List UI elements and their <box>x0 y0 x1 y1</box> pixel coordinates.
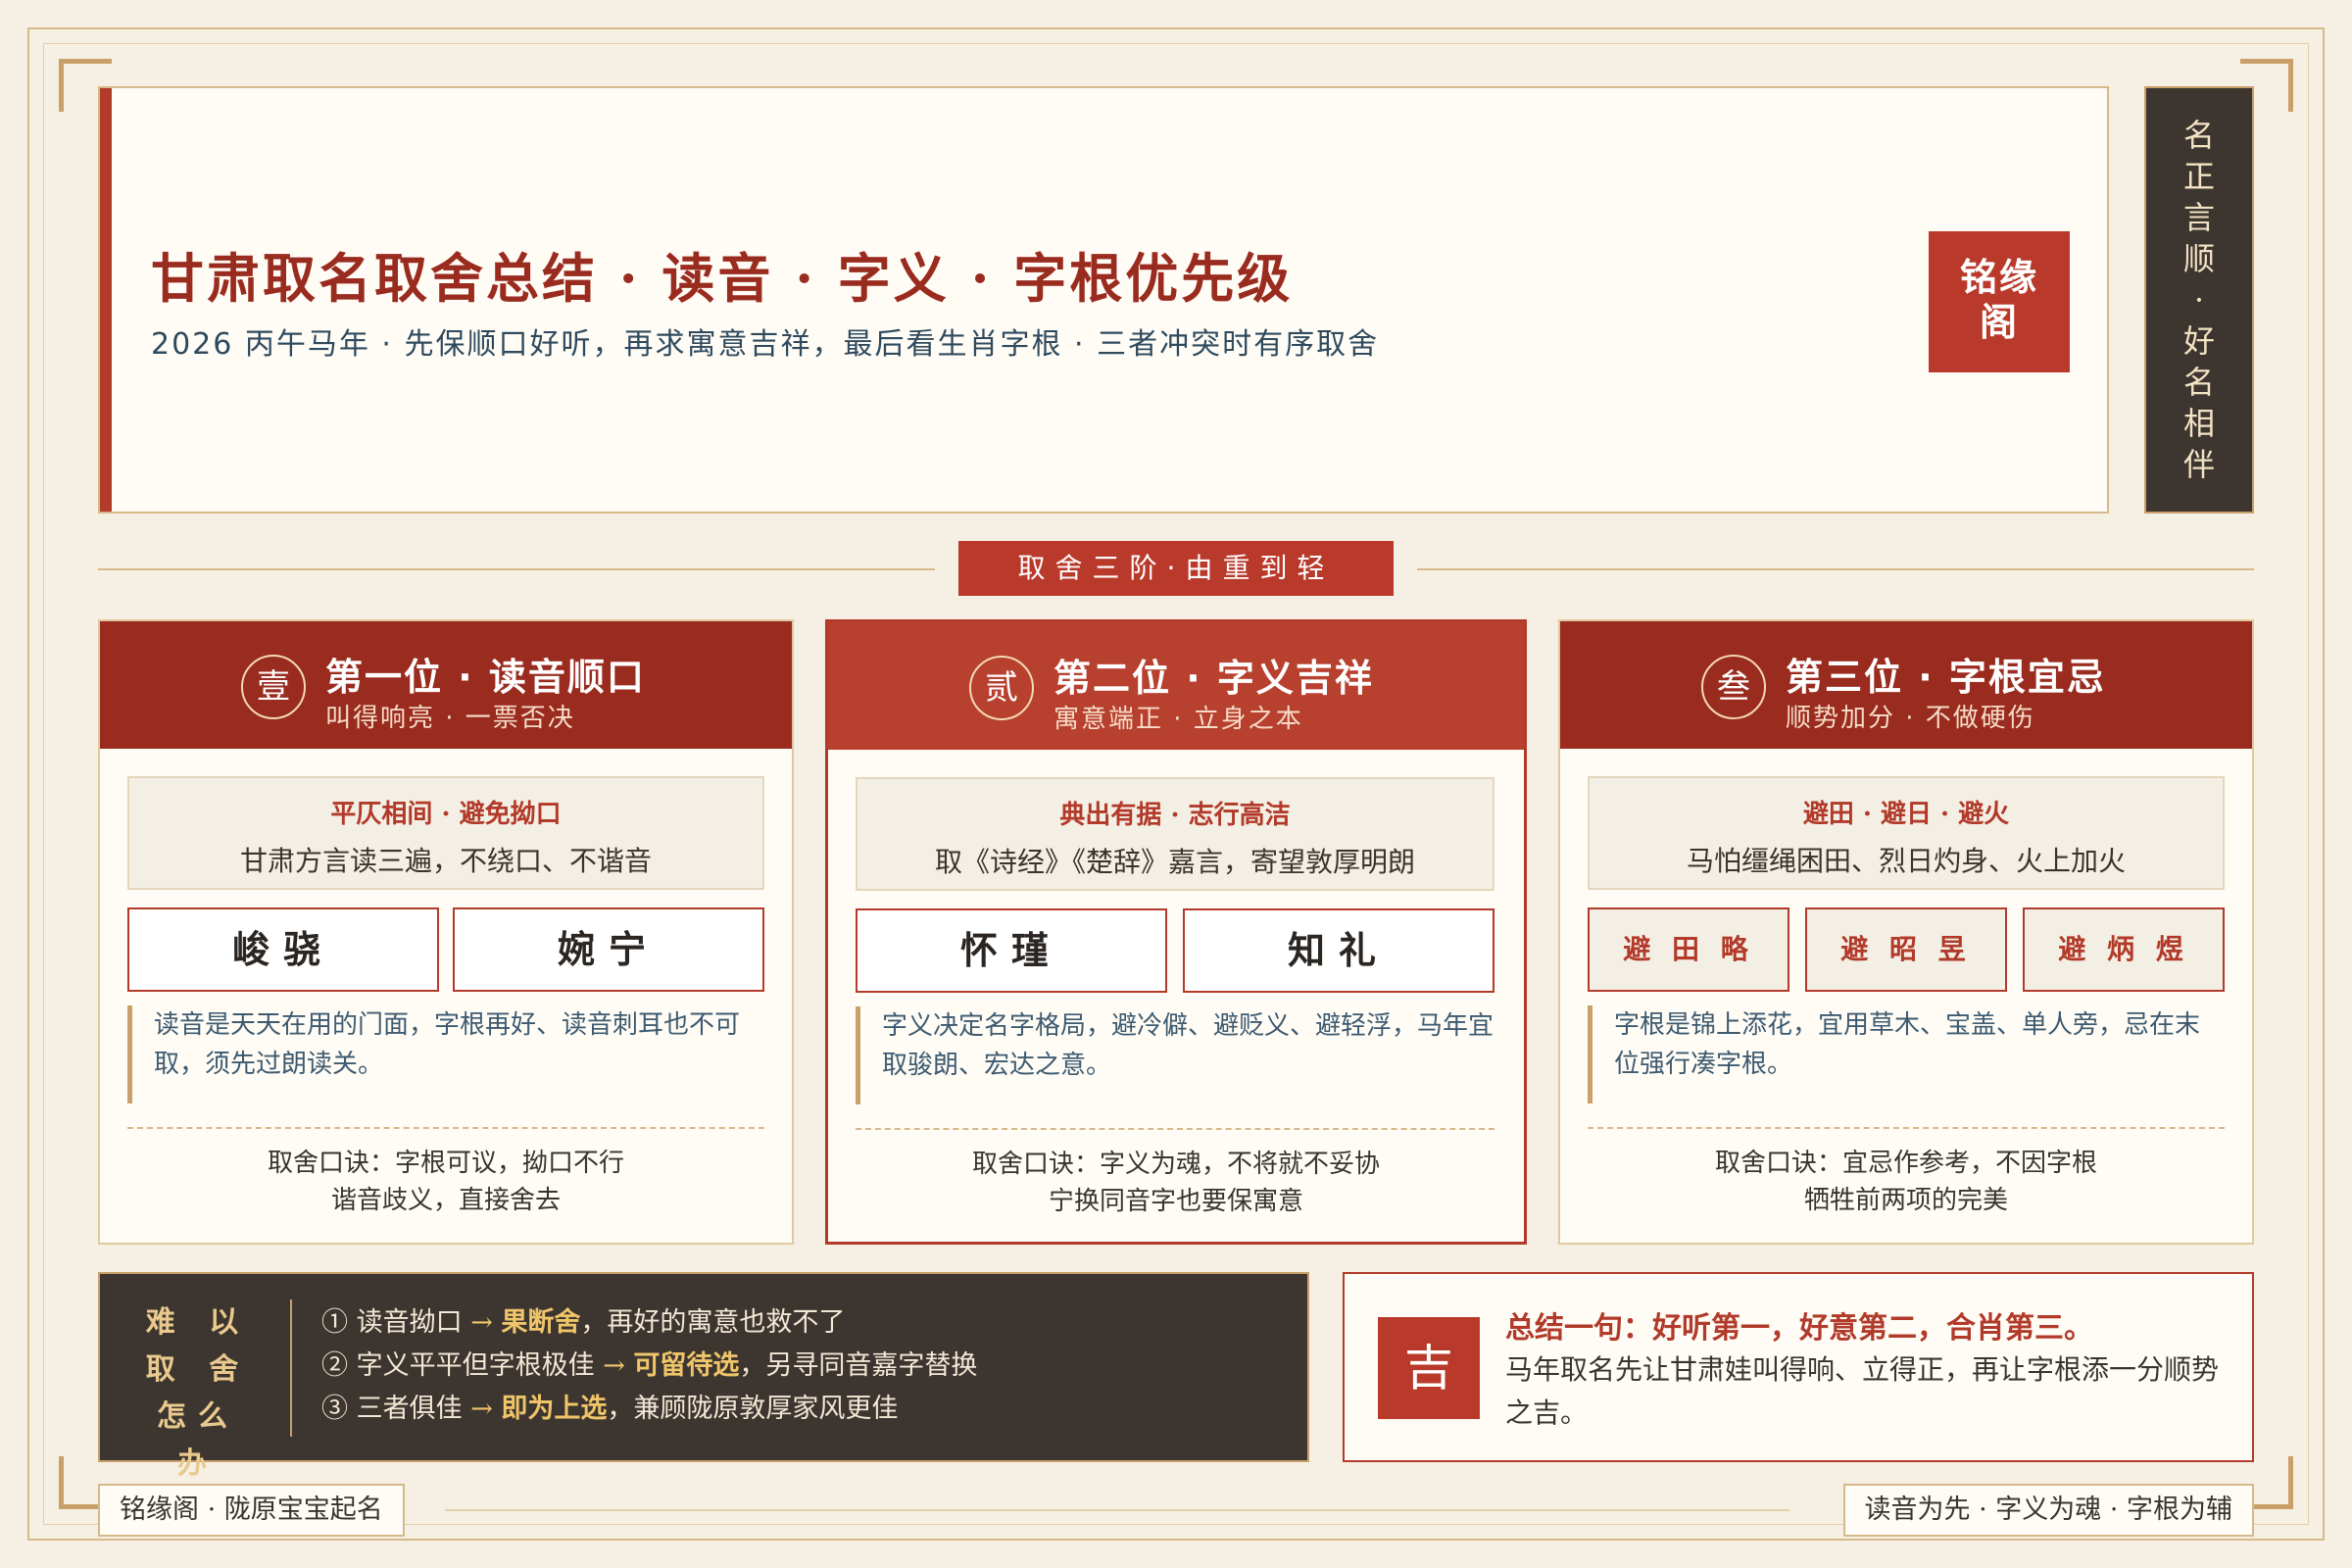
rank-badge: 壹 <box>241 655 306 719</box>
footer-line <box>445 1509 1789 1511</box>
card-motto: 取舍口诀：字根可议，拗口不行 谐音歧义，直接舍去 <box>100 1145 792 1219</box>
dilemma-label: 难 以 取 舍 怎么办 <box>139 1299 257 1488</box>
brand-seal-text: 铭缘阁 <box>1959 256 2038 344</box>
tip-body: 取《诗经》《楚辞》嘉言，寄望敦厚明朗 <box>934 846 1415 878</box>
side-banner-char: 名 <box>2182 117 2215 154</box>
dilemma-rule: ② 字义平平但字根极佳 → 可留待选，另寻同音嘉字替换 <box>321 1345 977 1388</box>
tip-heading: 避田 · 避日 · 避火 <box>1802 800 2010 829</box>
card-title: 第一位 · 读音顺口 <box>325 656 646 699</box>
priority-card-2: 贰 第二位 · 字义吉祥 寓意端正 · 立身之本 典出有据 · 志行高洁 取《诗… <box>825 619 1527 1245</box>
avoid-name: 避 田 略 <box>1588 907 1789 992</box>
dilemma-panel: 难 以 取 舍 怎么办 ① 读音拗口 → 果断舍，再好的寓意也救不了 ② 字义平… <box>98 1272 1309 1481</box>
dashed-divider <box>1588 1127 2225 1129</box>
rank-badge: 贰 <box>969 656 1034 720</box>
avoid-name: 避 昭 昱 <box>1805 907 2007 992</box>
side-banner-char: 好 <box>2182 322 2215 360</box>
motto-line: 取舍口诀：字义为魂，不将就不妥协 <box>971 1150 1380 1179</box>
priority-card-3: 叁 第三位 · 字根宜忌 顺势加分 · 不做硬伤 避田 · 避日 · 避火 马怕… <box>1558 619 2254 1245</box>
card-note: 读音是天天在用的门面，字根再好、读音刺耳也不可取，须先过朗读关。 <box>127 1005 764 1103</box>
footer-brand-tag: 铭缘阁 · 陇原宝宝起名 <box>98 1484 405 1537</box>
dilemma-label-line: 怎么办 <box>157 1399 239 1481</box>
side-banner-char: 相 <box>2182 405 2215 442</box>
card-motto: 取舍口诀：宜忌作参考，不因字根 牺牲前两项的完美 <box>1560 1145 2252 1219</box>
divider-line-left <box>98 568 935 570</box>
rule-detail: ，再好的寓意也救不了 <box>580 1307 846 1338</box>
dilemma-rule: ③ 三者俱佳 → 即为上选，兼顾陇原敦厚家风更佳 <box>321 1388 977 1431</box>
side-banner-char: 名 <box>2182 364 2215 401</box>
card-note: 字义决定名字格局，避冷僻、避贬义、避轻浮，马年宜取骏朗、宏达之意。 <box>856 1006 1494 1104</box>
summary-body: 马年取名先让甘肃娃叫得响、立得正，再让字根添一分顺势之吉。 <box>1505 1353 2220 1429</box>
card-tip: 典出有据 · 志行高洁 取《诗经》《楚辞》嘉言，寄望敦厚明朗 <box>856 777 1494 891</box>
summary-panel: 吉 总结一句：好听第一，好意第二，合肖第三。 马年取名先让甘肃娃叫得响、立得正，… <box>1343 1272 2254 1462</box>
card-subtitle: 叫得响亮 · 一票否决 <box>325 704 575 733</box>
rule-detail: ，另寻同音嘉字替换 <box>739 1350 978 1381</box>
motto-line: 宁换同音字也要保寓意 <box>1048 1187 1303 1216</box>
card-title: 第三位 · 字根宜忌 <box>1786 656 2106 699</box>
motto-line: 取舍口诀：宜忌作参考，不因字根 <box>1714 1149 2097 1178</box>
side-banner-char: 言 <box>2182 199 2215 236</box>
side-banner: 名 正 言 顺 · 好 名 相 伴 <box>2144 86 2254 514</box>
dilemma-label-line: 难 以 <box>145 1305 251 1340</box>
example-name: 怀瑾 <box>856 908 1167 993</box>
dilemma-separator <box>290 1299 292 1437</box>
section-divider-label: 取舍三阶·由重到轻 <box>958 541 1394 596</box>
header-accent-bar <box>100 88 112 512</box>
footer-motto-tag: 读音为先 · 字义为魂 · 字根为辅 <box>1842 1484 2254 1537</box>
example-name: 峻骁 <box>127 907 439 992</box>
arrow-icon: → <box>603 1350 625 1381</box>
side-banner-char: 正 <box>2182 158 2215 195</box>
side-banner-char: · <box>2193 281 2205 318</box>
priority-card-1: 壹 第一位 · 读音顺口 叫得响亮 · 一票否决 平仄相间 · 避免拗口 甘肃方… <box>98 619 794 1245</box>
rule-condition: ③ 三者俱佳 <box>321 1394 463 1424</box>
motto-line: 牺牲前两项的完美 <box>1803 1186 2008 1215</box>
rule-condition: ② 字义平平但字根极佳 <box>321 1350 595 1381</box>
page-title: 甘肃取名取舍总结 · 读音 · 字义 · 字根优先级 <box>151 247 1294 310</box>
dilemma-rules: ① 读音拗口 → 果断舍，再好的寓意也救不了 ② 字义平平但字根极佳 → 可留待… <box>321 1301 977 1431</box>
card-tip: 避田 · 避日 · 避火 马怕缰绳困田、烈日灼身、火上加火 <box>1588 776 2225 890</box>
rank-badge: 叁 <box>1701 655 1766 719</box>
side-banner-char: 伴 <box>2182 446 2215 483</box>
card-motto: 取舍口诀：字义为魂，不将就不妥协 宁换同音字也要保寓意 <box>828 1146 1524 1220</box>
card-tip: 平仄相间 · 避免拗口 甘肃方言读三遍，不绕口、不谐音 <box>127 776 764 890</box>
tip-body: 甘肃方言读三遍，不绕口、不谐音 <box>239 845 652 877</box>
brand-seal: 铭缘阁 <box>1929 231 2070 372</box>
summary-headline: 总结一句：好听第一，好意第二，合肖第三。 <box>1505 1311 2093 1346</box>
header-panel: 甘肃取名取舍总结 · 读音 · 字义 · 字根优先级 2026 丙午马年 · 先… <box>98 86 2109 514</box>
rule-action: 即为上选 <box>501 1394 608 1424</box>
auspicious-badge: 吉 <box>1378 1317 1480 1419</box>
dashed-divider <box>856 1128 1494 1130</box>
tip-heading: 典出有据 · 志行高洁 <box>1059 801 1291 830</box>
rule-action: 果断舍 <box>501 1307 581 1338</box>
dilemma-label-line: 取 舍 <box>145 1352 251 1387</box>
rule-detail: ，兼顾陇原敦厚家风更佳 <box>607 1394 899 1424</box>
rule-condition: ① 读音拗口 <box>321 1307 463 1338</box>
card-header: 叁 第三位 · 字根宜忌 顺势加分 · 不做硬伤 <box>1560 621 2252 749</box>
arrow-icon: → <box>470 1307 493 1338</box>
rule-action: 可留待选 <box>633 1350 740 1381</box>
motto-line: 谐音歧义，直接舍去 <box>330 1186 561 1215</box>
card-title: 第二位 · 字义吉祥 <box>1054 657 1374 700</box>
motto-line: 取舍口诀：字根可议，拗口不行 <box>267 1149 624 1178</box>
page-subtitle: 2026 丙午马年 · 先保顺口好听，再求寓意吉祥，最后看生肖字根 · 三者冲突… <box>151 327 1380 362</box>
divider-line-right <box>1417 568 2254 570</box>
side-banner-char: 顺 <box>2182 240 2215 277</box>
tip-heading: 平仄相间 · 避免拗口 <box>330 800 562 829</box>
dilemma-rule: ① 读音拗口 → 果断舍，再好的寓意也救不了 <box>321 1301 977 1345</box>
card-subtitle: 顺势加分 · 不做硬伤 <box>1786 704 2035 733</box>
avoid-name: 避 炳 煜 <box>2023 907 2225 992</box>
card-note: 字根是锦上添花，宜用草木、宝盖、单人旁，忌在末位强行凑字根。 <box>1588 1005 2225 1103</box>
card-header: 贰 第二位 · 字义吉祥 寓意端正 · 立身之本 <box>828 622 1524 750</box>
card-subtitle: 寓意端正 · 立身之本 <box>1054 705 1303 734</box>
tip-body: 马怕缰绳困田、烈日灼身、火上加火 <box>1686 845 2126 877</box>
dashed-divider <box>127 1127 764 1129</box>
example-name: 婉宁 <box>453 907 764 992</box>
card-header: 壹 第一位 · 读音顺口 叫得响亮 · 一票否决 <box>100 621 792 749</box>
arrow-icon: → <box>470 1394 493 1424</box>
example-name: 知礼 <box>1183 908 1494 993</box>
